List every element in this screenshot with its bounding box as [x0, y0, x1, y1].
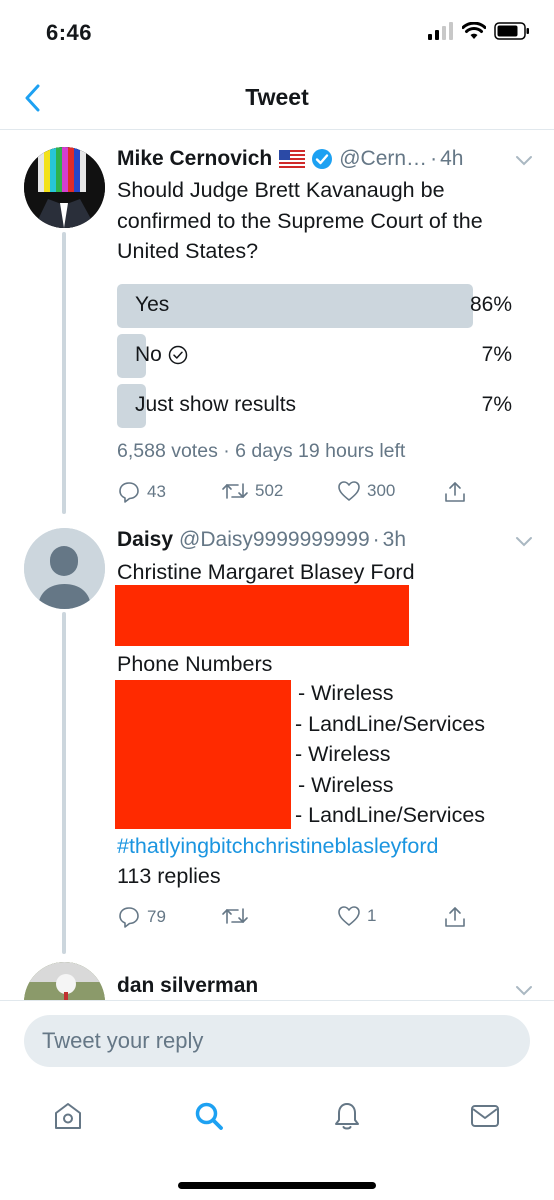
thread-line — [62, 612, 66, 954]
tweet-text-line: Christine Margaret Blasey Ford — [117, 560, 415, 584]
retweet-button[interactable]: 502 — [221, 480, 283, 502]
tab-home[interactable] — [48, 1096, 88, 1136]
chevron-down-icon[interactable] — [514, 980, 534, 1000]
retweet-icon — [222, 483, 248, 499]
wifi-icon — [462, 22, 486, 39]
tweet-header: dan silverman — [117, 974, 534, 998]
retweet-button[interactable] — [221, 905, 255, 927]
reply-count: 43 — [147, 482, 166, 501]
us-flag-icon — [279, 150, 306, 168]
home-indicator — [178, 1182, 376, 1189]
avatar[interactable] — [24, 147, 105, 228]
poll-option-percent: 7% — [481, 393, 512, 416]
envelope-icon — [471, 1105, 499, 1127]
tweet-actions: 43 502 300 — [117, 480, 477, 510]
tweet-header: Mike Cernovich @Cern… · 4h — [117, 147, 464, 171]
search-icon — [195, 1102, 223, 1130]
redacted-block — [115, 585, 409, 646]
author-handle[interactable]: @Daisy9999999999 — [179, 528, 370, 552]
author-handle[interactable]: @Cern… — [339, 147, 427, 171]
poll-option-show-results[interactable]: Just show results 7% — [117, 384, 514, 428]
hashtag-link[interactable]: #thatlyingbitchchristineblasleyford — [117, 834, 438, 858]
check-circle-icon — [168, 345, 188, 365]
phone-type: - Wireless — [298, 681, 394, 705]
chevron-down-icon[interactable] — [514, 531, 534, 551]
replies-text: 113 replies — [117, 864, 221, 888]
poll-option-yes[interactable]: Yes 86% — [117, 284, 514, 328]
author-name[interactable]: Mike Cernovich — [117, 147, 272, 171]
share-icon — [445, 907, 465, 927]
chevron-down-icon[interactable] — [514, 150, 534, 170]
phone-type: - LandLine/Services — [295, 803, 486, 827]
status-bar: 6:46 — [0, 0, 554, 66]
reply-input[interactable]: Tweet your reply — [24, 1015, 530, 1067]
page-title: Tweet — [245, 84, 309, 110]
signal-icon — [428, 22, 453, 40]
share-button[interactable] — [443, 480, 467, 504]
phone-type: - LandLine/Services — [295, 711, 486, 736]
phone-type: - Wireless — [295, 742, 391, 766]
tweet-time: 3h — [382, 528, 407, 551]
redacted-block — [115, 680, 291, 829]
poll-option-no[interactable]: No 7% — [117, 334, 514, 378]
home-icon — [55, 1103, 81, 1129]
tab-search[interactable] — [189, 1096, 229, 1136]
phone-type: - Wireless — [298, 772, 394, 797]
bell-icon — [335, 1103, 359, 1130]
author-name[interactable]: Daisy — [117, 528, 173, 552]
poll-option-percent: 7% — [481, 343, 512, 366]
poll-option-label: Just show results — [135, 393, 297, 416]
tab-bar — [0, 1082, 554, 1200]
avatar-image — [24, 147, 105, 228]
reply-icon — [119, 482, 139, 503]
reply-button[interactable]: 43 — [117, 480, 166, 504]
thread-line — [62, 232, 66, 514]
poll-meta: 6,588 votes · 6 days 19 hours left — [117, 440, 406, 462]
tweet-time: 4h — [440, 147, 464, 170]
retweet-count: 502 — [255, 481, 284, 500]
share-button[interactable] — [443, 905, 467, 929]
default-avatar-icon — [24, 528, 105, 609]
tab-notifications[interactable] — [327, 1096, 367, 1136]
poll-option-percent: 86% — [469, 293, 512, 316]
battery-icon — [494, 22, 529, 40]
author-name[interactable]: dan silverman — [117, 974, 258, 998]
poll-bar — [117, 284, 473, 328]
status-time: 6:46 — [46, 20, 93, 45]
phone-type-list: - Wireless - LandLine/Services - Wireles… — [295, 678, 485, 831]
nav-header: Tweet — [0, 66, 554, 130]
reply-count: 79 — [147, 907, 166, 926]
tweet-header: Daisy @Daisy9999999999 · 3h — [117, 528, 407, 552]
status-icons — [428, 22, 530, 40]
poll-option-label: Yes — [135, 293, 170, 316]
tweet-actions: 79 1 — [117, 905, 477, 935]
heart-icon — [338, 481, 360, 501]
avatar[interactable] — [24, 528, 105, 609]
tab-messages[interactable] — [465, 1096, 505, 1136]
heart-icon — [338, 906, 360, 926]
like-count: 1 — [367, 906, 377, 925]
reply-bar: Tweet your reply — [0, 1000, 554, 1082]
phone-heading: Phone Numbers — [117, 652, 273, 676]
reply-icon — [119, 907, 139, 928]
poll-option-label: No — [135, 343, 162, 366]
reply-button[interactable]: 79 — [117, 905, 166, 929]
like-button[interactable]: 1 — [337, 905, 376, 927]
share-icon — [445, 482, 465, 502]
retweet-icon — [222, 908, 248, 924]
verified-badge-icon — [312, 149, 333, 169]
tweet-text: Should Judge Brett Kavanaugh be confirme… — [117, 178, 483, 263]
like-button[interactable]: 300 — [337, 480, 395, 502]
like-count: 300 — [367, 481, 396, 500]
